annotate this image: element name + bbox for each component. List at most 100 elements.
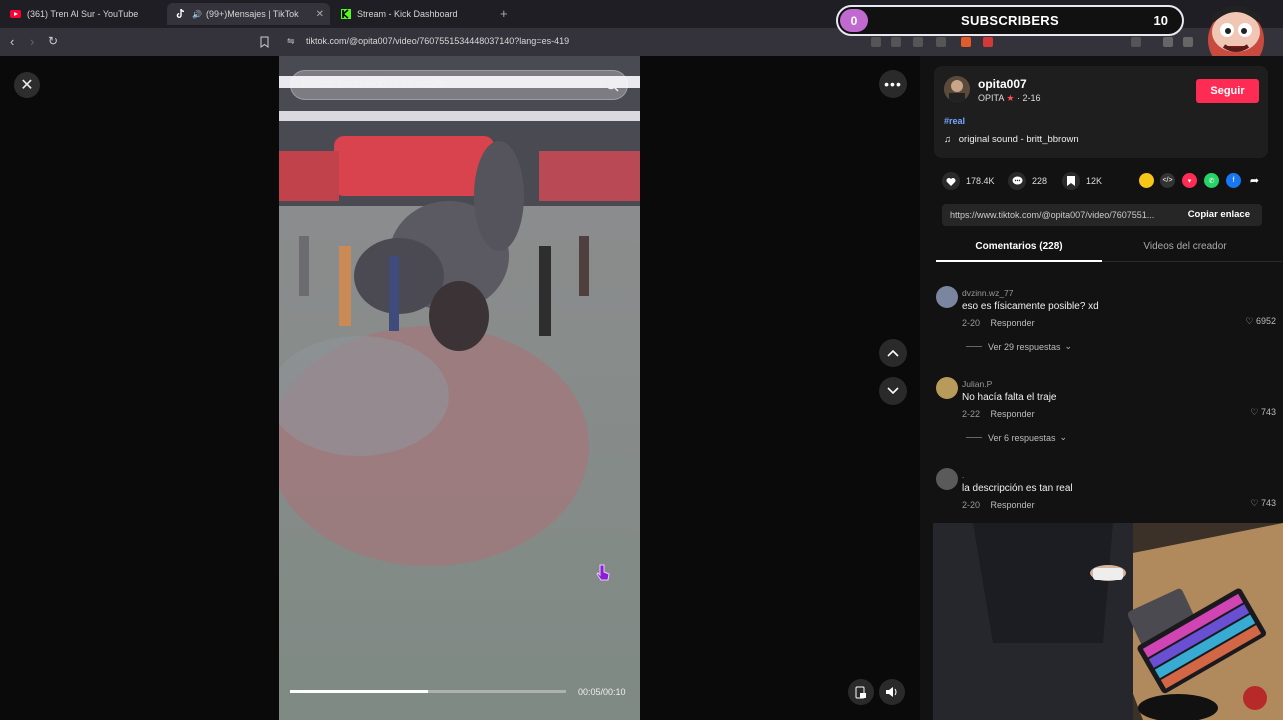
forward-icon[interactable]: › [30,34,34,49]
video-progress-bar[interactable] [290,690,566,693]
commenter-username[interactable]: . [962,470,964,480]
comment-like[interactable]: ♡ 6952 [1245,316,1276,327]
coin-share-icon[interactable] [1139,173,1154,188]
translate-icon[interactable] [891,37,901,47]
address-bar[interactable]: tiktok.com/@opita007/video/7607551534448… [306,36,569,46]
audio-icon: 🔊 [192,9,202,19]
sound-title: original sound - britt_bbrown [958,134,1079,145]
reload-icon[interactable]: ↻ [48,34,58,48]
follow-button[interactable]: Seguir [1196,79,1259,103]
rewards-icon[interactable] [983,37,993,47]
author-avatar[interactable] [944,76,970,102]
more-options-button[interactable]: ••• [879,70,907,98]
reply-button[interactable]: Responder [991,500,1035,510]
brave-shield-icon[interactable] [961,37,971,47]
post-date: · 2-16 [1016,93,1041,103]
tab-youtube[interactable]: (361) Tren Al Sur - YouTube [2,3,167,25]
comment-date: 2-20 [962,500,981,510]
chevron-down-icon: ⌄ [1059,432,1068,442]
bookmark-icon [1062,172,1080,190]
share-link-text[interactable]: https://www.tiktok.com/@opita007/video/7… [950,210,1154,220]
extension-icon[interactable] [871,37,881,47]
search-icon[interactable] [605,78,619,97]
back-icon[interactable]: ‹ [10,34,14,49]
comment-icon [1008,172,1026,190]
hashtag-link[interactable]: #real [944,116,965,126]
cast-icon[interactable] [913,37,923,47]
author-nickname-row: OPITA ★ · 2-16 [978,93,1040,104]
facebook-icon[interactable]: f [1226,173,1241,188]
video-progress-fill [290,690,428,693]
view-replies[interactable]: Ver 29 respuestas ⌄ [966,341,1072,352]
author-username[interactable]: opita007 [978,77,1027,91]
heart-outline-icon: ♡ [1250,407,1259,417]
tab-title: (361) Tren Al Sur - YouTube [27,9,139,19]
previous-video-button[interactable] [879,339,907,367]
comment-like[interactable]: ♡ 743 [1250,407,1276,418]
bookmark-icon[interactable] [260,35,269,53]
subscriber-goal: 10 [1153,13,1168,28]
commenter-username[interactable]: dvzinn.wz_77 [962,288,1014,298]
next-video-button[interactable] [879,377,907,405]
commenter-avatar[interactable] [936,286,958,308]
floating-player-button[interactable] [848,679,874,705]
tab-kick[interactable]: Stream - Kick Dashboard [332,3,497,25]
reply-button[interactable]: Responder [991,318,1035,328]
comment-meta: 2-22 Responder [962,409,1035,419]
whatsapp-icon[interactable]: ✆ [1204,173,1219,188]
comment-text: eso es físicamente posible? xd [962,301,1099,312]
volume-button[interactable] [879,679,905,705]
save-stat[interactable]: 12K [1062,172,1102,190]
reply-button[interactable]: Responder [991,409,1035,419]
share-icon[interactable] [936,37,946,47]
site-info-icon[interactable]: ⇋ [287,36,295,47]
panel-tabs: Comentarios (228) Videos del creador [936,236,1282,262]
comment-date: 2-20 [962,318,981,328]
commenter-avatar[interactable] [936,377,958,399]
close-viewer-button[interactable]: ✕ [14,72,40,98]
save-count: 12K [1086,176,1103,186]
commenter-avatar[interactable] [936,468,958,490]
related-search-input[interactable] [301,78,591,90]
view-replies[interactable]: Ver 6 respuestas ⌄ [966,432,1067,443]
tab-creator-videos[interactable]: Videos del creador [1102,236,1268,262]
send-icon[interactable]: ▾ [1182,173,1197,188]
comment-meta: 2-20 Responder [962,318,1035,328]
comment-like-count: 743 [1260,498,1276,508]
comment-meta: 2-20 Responder [962,500,1035,510]
share-link-bar: https://www.tiktok.com/@opita007/video/7… [942,204,1262,226]
comment-like-count: 743 [1260,407,1276,417]
sound-row[interactable]: ♫ original sound - britt_bbrown [944,134,1079,145]
media-icon[interactable] [1163,37,1173,47]
tab-comments[interactable]: Comentarios (228) [936,236,1102,262]
wallet-icon[interactable] [1131,37,1141,47]
heart-icon [942,172,960,190]
comment-text: No hacía falta el traje [962,392,1057,403]
heart-outline-icon: ♡ [1245,316,1254,326]
close-tab-icon[interactable]: ✕ [316,9,324,20]
video-player[interactable] [279,56,640,720]
more-icon: ••• [884,76,902,92]
new-tab-button[interactable]: + [500,6,508,21]
copy-link-button[interactable]: Copiar enlace [1188,209,1250,220]
sidebar-icon[interactable] [1183,37,1193,47]
divider [966,437,982,438]
video-frame [279,56,640,720]
comment-like[interactable]: ♡ 743 [1250,498,1276,509]
commenter-username[interactable]: Julian.P [962,379,992,389]
share-arrow-icon[interactable]: ➦ [1247,173,1262,188]
tab-tiktok[interactable]: 🔊 (99+)Mensajes | TikTok ✕ [167,3,330,25]
tab-title: Stream - Kick Dashboard [357,9,458,19]
like-stat[interactable]: 178.4K [942,172,995,190]
related-search-box[interactable] [290,70,628,100]
youtube-icon [10,9,21,20]
subscriber-label: SUBSCRIBERS [961,13,1059,28]
chevron-down-icon [887,387,899,395]
comment-stat[interactable]: 228 [1008,172,1047,190]
mouse-cursor-icon [596,564,610,587]
subscriber-goal-overlay: 0 SUBSCRIBERS 10 [836,5,1184,36]
embed-icon[interactable]: </> [1160,173,1175,188]
heart-outline-icon: ♡ [1250,498,1259,508]
close-icon: ✕ [20,77,34,94]
music-note-icon: ♫ [944,134,952,145]
